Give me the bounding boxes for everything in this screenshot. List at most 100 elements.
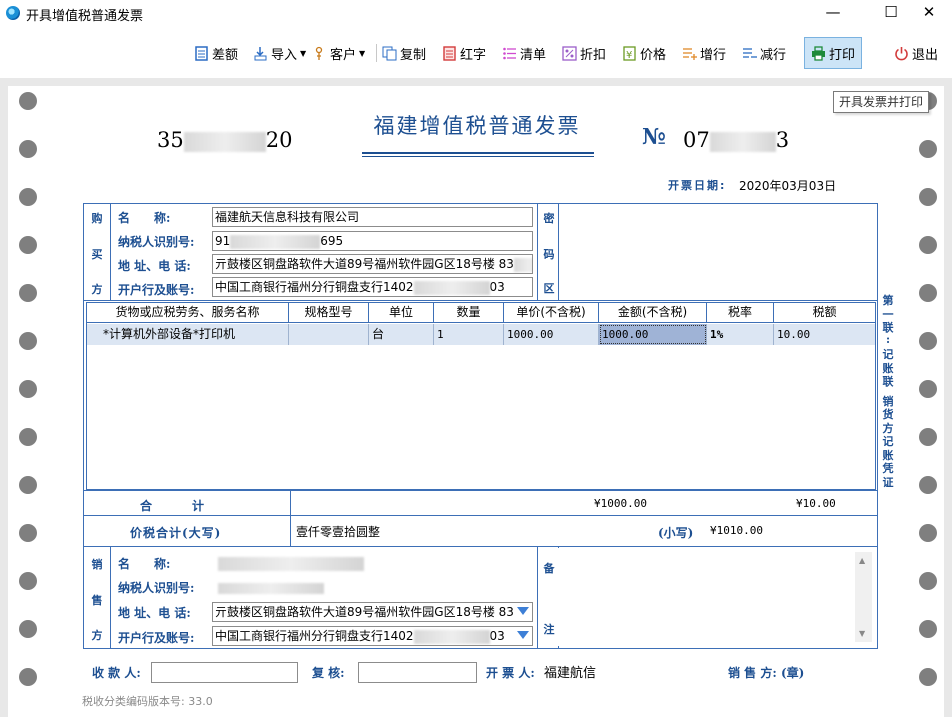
print-label: 打印	[829, 47, 856, 63]
feed-hole	[919, 620, 937, 638]
feed-hole	[19, 668, 37, 686]
title-rule	[362, 152, 594, 154]
feed-hole	[919, 236, 937, 254]
toolbar-divider	[376, 44, 377, 62]
seller-name-masked	[218, 556, 364, 571]
feed-hole	[19, 92, 37, 110]
buyer-tax-id-suffix: 695	[320, 234, 344, 248]
table-row-unit-cell[interactable]: 台	[369, 324, 434, 345]
copy-icon	[382, 46, 397, 61]
issue-date: 2020年03月03日	[739, 179, 837, 193]
cipher-char-3: 区	[543, 282, 555, 295]
price-button[interactable]: ¥ 价格	[622, 42, 666, 64]
customer-button[interactable]: 客户 ▼	[312, 42, 365, 64]
total-bottom-line	[83, 515, 878, 516]
table-row-name-cell[interactable]: *计算机外部设备*打印机	[87, 324, 289, 345]
seller-address-select[interactable]: 亓鼓楼区铜盘路软件大道89号福州软件园G区18号楼 83	[212, 602, 533, 622]
buyer-name-label: 名 称:	[118, 211, 171, 225]
copy-label-char: :	[885, 332, 891, 346]
print-button[interactable]: 打印	[804, 37, 863, 69]
col-header-unit: 单位	[369, 303, 434, 323]
feed-hole	[19, 284, 37, 302]
discount-label: 折扣	[580, 47, 607, 63]
feed-hole	[919, 572, 937, 590]
drawer-label: 开 票 人:	[486, 666, 535, 680]
buyer-address-field[interactable]: 亓鼓楼区铜盘路软件大道89号福州软件园G区18号楼 838	[212, 254, 533, 274]
scroll-up-icon[interactable]: ▲	[859, 556, 865, 565]
reviewer-input[interactable]	[358, 662, 477, 683]
scroll-down-icon[interactable]: ▼	[859, 629, 865, 638]
import-button[interactable]: 导入 ▼	[253, 42, 306, 64]
grand-small-label: (小写)	[658, 526, 694, 540]
app-logo-icon	[6, 6, 20, 20]
close-button[interactable]: ✕	[906, 0, 952, 26]
version-text: 税收分类编码版本号: 33.0	[82, 695, 213, 708]
table-row-tax-cell[interactable]: 10.00	[774, 324, 875, 345]
discount-button[interactable]: 折扣	[562, 42, 606, 64]
seller-seal-label: 销 售 方: (章)	[728, 666, 805, 680]
invoice-title: 福建增值税普通发票	[373, 114, 581, 138]
remarks-textarea[interactable]: ▲ ▼	[558, 548, 872, 646]
remove-row-icon	[742, 46, 757, 61]
copy-button[interactable]: 复制	[382, 42, 426, 64]
red-invoice-icon	[442, 45, 457, 61]
table-row-price-cell[interactable]: 1000.00	[504, 324, 599, 345]
seller-bank-value: 中国工商银行福州分行铜盘支行1402	[215, 629, 414, 643]
invoice-code: 35 20	[157, 128, 292, 152]
grand-small-amount: ¥1010.00	[710, 524, 763, 537]
issue-date-label: 开票日期:	[668, 179, 727, 192]
cipher-right-line	[558, 203, 559, 300]
red-invoice-button[interactable]: 红字	[442, 42, 486, 64]
price-icon: ¥	[622, 45, 637, 61]
feed-hole	[19, 572, 37, 590]
grand-total-words: 壹仟零壹拾圆整	[296, 525, 381, 539]
buyer-tax-id-masked	[230, 234, 321, 249]
title-rule-thin	[362, 156, 594, 157]
cipher-char-2: 码	[543, 248, 555, 261]
minimize-button[interactable]: —	[810, 0, 856, 26]
feed-hole	[19, 476, 37, 494]
buyer-side-char-3: 方	[91, 283, 103, 296]
remove-row-button[interactable]: 减行	[742, 42, 786, 64]
drawer-name: 福建航信	[544, 666, 597, 681]
remarks-char-2: 注	[543, 623, 555, 636]
feed-hole	[19, 332, 37, 350]
seller-bank-suffix: 03	[489, 629, 505, 643]
printer-icon	[811, 45, 826, 61]
remarks-scrollbar[interactable]: ▲ ▼	[855, 552, 872, 642]
svg-text:¥: ¥	[626, 50, 632, 61]
table-row-spec-cell[interactable]	[289, 324, 369, 345]
buyer-address-label: 地 址、电 话:	[118, 259, 191, 273]
chevron-down-icon[interactable]	[517, 607, 529, 615]
payee-input[interactable]	[151, 662, 298, 683]
buyer-tax-id-field[interactable]: 91 695	[212, 231, 533, 251]
checklist-button[interactable]: 清单	[502, 42, 546, 64]
items-table[interactable]: 货物或应税劳务、服务名称 规格型号 单位 数量 单价(不含税) 金额(不含税) …	[86, 302, 876, 490]
buyer-address-masked	[513, 257, 532, 272]
seller-bank-select[interactable]: 中国工商银行福州分行铜盘支行1402 03	[212, 626, 533, 646]
invoice-number-symbol: №	[642, 124, 666, 150]
payee-label: 收 款 人:	[92, 666, 141, 680]
invoice-number-masked	[709, 131, 776, 152]
chevron-down-icon[interactable]	[517, 631, 529, 639]
customer-dropdown-icon: ▼	[359, 48, 366, 58]
invoice-number-prefix: 07	[683, 128, 710, 152]
feed-hole	[19, 236, 37, 254]
table-row-amount-cell[interactable]: 1000.00	[599, 324, 707, 345]
balance-button[interactable]: 差额	[194, 42, 238, 64]
reviewer-label: 复 核:	[312, 666, 345, 680]
table-row-rate-cell[interactable]: 1%	[707, 324, 774, 345]
table-row-qty-cell[interactable]: 1	[434, 324, 504, 345]
buyer-name-value: 福建航天信息科技有限公司	[215, 210, 360, 224]
feed-hole	[919, 332, 937, 350]
buyer-bank-suffix: 03	[489, 280, 505, 294]
buyer-bank-value: 中国工商银行福州分行铜盘支行1402	[215, 280, 414, 294]
buyer-name-field[interactable]: 福建航天信息科技有限公司	[212, 207, 533, 227]
add-row-button[interactable]: 增行	[682, 42, 726, 64]
seller-side-line	[110, 546, 111, 648]
exit-button[interactable]: 退出	[894, 42, 938, 64]
import-icon	[253, 46, 268, 61]
checklist-label: 清单	[520, 47, 547, 63]
invoice-code-prefix: 35	[157, 128, 184, 152]
buyer-bank-field[interactable]: 中国工商银行福州分行铜盘支行1402 03	[212, 277, 533, 297]
